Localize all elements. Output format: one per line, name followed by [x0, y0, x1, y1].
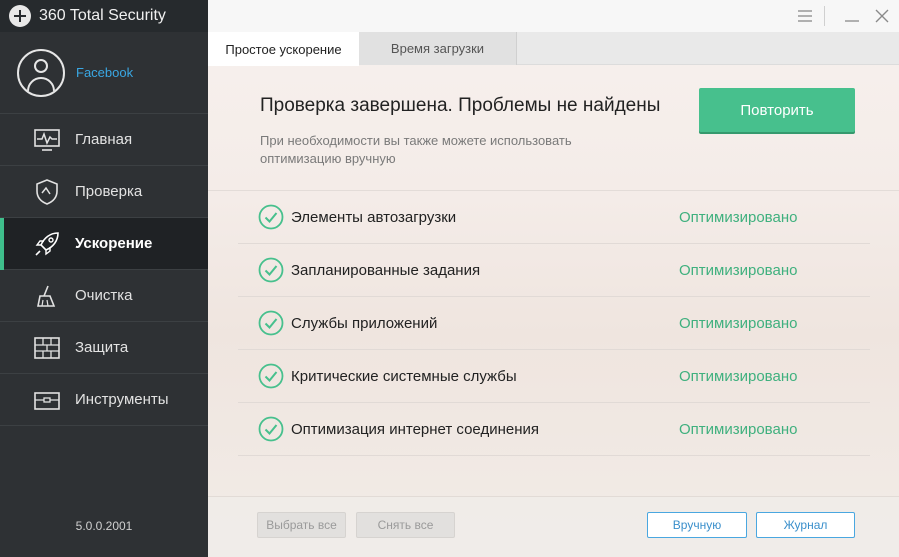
sidebar-item-label: Ускорение [75, 235, 153, 252]
sidebar-item-tools[interactable]: Инструменты [0, 374, 208, 426]
list-item: Критические системные службы Оптимизиров… [238, 350, 870, 403]
tab-bar: Простое ускорение Время загрузки [208, 32, 899, 66]
close-icon[interactable] [870, 4, 894, 28]
rocket-icon [34, 231, 60, 257]
toolbox-icon [34, 387, 60, 413]
optimization-list: Элементы автозагрузки Оптимизировано Зап… [238, 191, 870, 456]
sidebar-item-label: Главная [75, 131, 133, 148]
list-item: Элементы автозагрузки Оптимизировано [238, 191, 870, 244]
check-circle-icon [258, 257, 284, 283]
tab-simple-speedup[interactable]: Простое ускорение [208, 32, 359, 66]
sidebar-item-protection[interactable]: Защита [0, 322, 208, 374]
sidebar-item-label: Инструменты [75, 391, 169, 408]
check-circle-icon [258, 416, 284, 442]
version-label: 5.0.0.2001 [75, 519, 133, 533]
item-status: Оптимизировано [679, 261, 798, 279]
sidebar-nav: Главная Проверка Ускорение Очистка Защит… [0, 114, 208, 426]
manual-button[interactable]: Вручную [647, 512, 747, 538]
sidebar-item-speedup[interactable]: Ускорение [0, 218, 208, 270]
sidebar-item-home[interactable]: Главная [0, 114, 208, 166]
window-title-bar[interactable] [208, 0, 899, 32]
app-logo-icon [9, 5, 31, 27]
result-subtitle: При необходимости вы также можете исполь… [260, 133, 572, 166]
check-circle-icon [258, 363, 284, 389]
broom-icon [34, 283, 60, 309]
select-all-button[interactable]: Выбрать все [257, 512, 346, 538]
profile-name-link[interactable]: Facebook [76, 65, 133, 80]
app-title-bar: 360 Total Security [0, 0, 208, 32]
sidebar: 360 Total Security Facebook Главная Пров… [0, 0, 208, 557]
retry-button[interactable]: Повторить [699, 88, 855, 132]
item-label: Службы приложений [291, 314, 438, 332]
title-divider [824, 6, 825, 26]
check-circle-icon [258, 310, 284, 336]
item-label: Критические системные службы [291, 367, 517, 385]
item-status: Оптимизировано [679, 420, 798, 438]
sidebar-item-scan[interactable]: Проверка [0, 166, 208, 218]
sidebar-item-label: Очистка [75, 287, 133, 304]
result-title: Проверка завершена. Проблемы не найдены [260, 95, 661, 116]
check-circle-icon [258, 204, 284, 230]
sidebar-item-cleanup[interactable]: Очистка [0, 270, 208, 322]
shield-icon [34, 178, 60, 205]
item-label: Оптимизация интернет соединения [291, 420, 539, 438]
sidebar-item-label: Проверка [75, 183, 143, 200]
item-status: Оптимизировано [679, 208, 798, 226]
item-label: Элементы автозагрузки [291, 208, 457, 226]
menu-icon[interactable] [793, 4, 817, 28]
main-panel: Простое ускорение Время загрузки Проверк… [208, 0, 899, 557]
list-item: Оптимизация интернет соединения Оптимизи… [238, 403, 870, 456]
brick-wall-icon [34, 335, 60, 361]
item-status: Оптимизировано [679, 367, 798, 385]
list-item: Запланированные задания Оптимизировано [238, 244, 870, 297]
app-title: 360 Total Security [39, 7, 166, 24]
tab-boot-time[interactable]: Время загрузки [359, 32, 517, 65]
bottom-action-bar: Выбрать все Снять все Вручную Журнал [208, 496, 899, 557]
item-status: Оптимизировано [679, 314, 798, 332]
profile-area[interactable]: Facebook [0, 32, 208, 114]
item-label: Запланированные задания [291, 261, 481, 279]
deselect-all-button[interactable]: Снять все [356, 512, 455, 538]
avatar[interactable] [17, 48, 65, 97]
journal-button[interactable]: Журнал [756, 512, 855, 538]
list-item: Службы приложений Оптимизировано [238, 297, 870, 350]
pulse-monitor-icon [34, 127, 60, 153]
minimize-icon[interactable] [840, 4, 864, 28]
sidebar-item-label: Защита [75, 339, 129, 356]
